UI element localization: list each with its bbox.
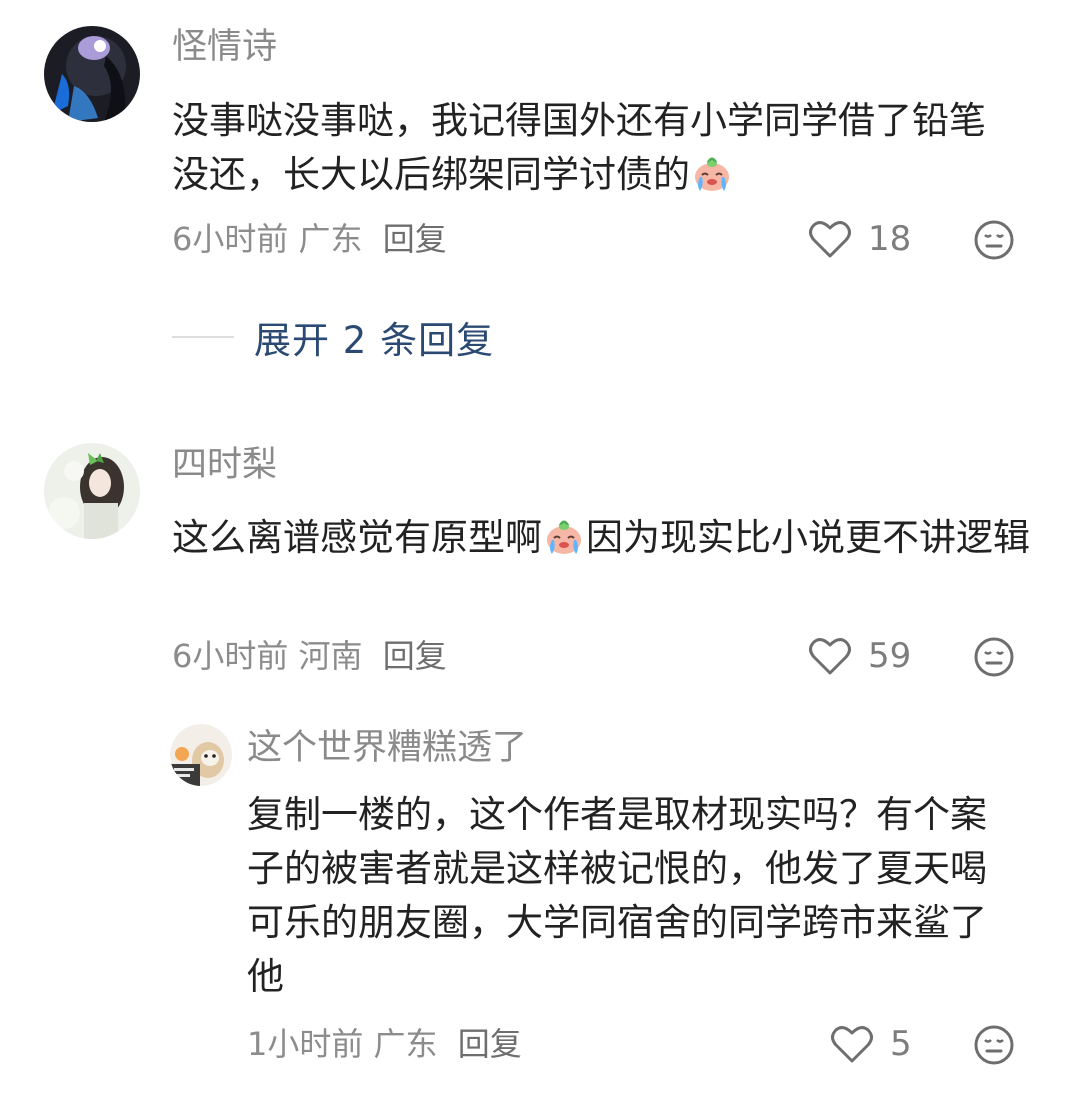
dislike-button[interactable] <box>973 219 1015 265</box>
dislike-button[interactable] <box>973 636 1015 682</box>
reply-time: 1小时前 <box>247 1025 364 1063</box>
comment-meta: 6小时前 河南 回复 <box>172 636 447 676</box>
reply-username[interactable]: 这个世界糟糕透了 <box>247 726 527 770</box>
comment-location: 河南 <box>298 637 363 675</box>
crying-face-emoji-icon <box>695 157 729 191</box>
comment-text-body-continued: 因为现实比小说更不讲逻辑 <box>586 516 1030 559</box>
expand-divider <box>172 336 234 338</box>
comment-text: 这么离谱感觉有原型啊 因为现实比小说更不讲逻辑 <box>172 511 1032 565</box>
comment-username[interactable]: 怪情诗 <box>172 25 277 69</box>
avatar[interactable] <box>170 724 232 786</box>
reply-button[interactable]: 回复 <box>383 220 447 258</box>
meh-face-icon <box>974 1025 1014 1065</box>
comment-time: 6小时前 <box>172 220 289 258</box>
reply-meta: 1小时前 广东 回复 <box>247 1024 522 1064</box>
comment-username[interactable]: 四时梨 <box>172 443 277 487</box>
comment-meta: 6小时前 广东 回复 <box>172 219 447 259</box>
like-count: 59 <box>868 636 912 676</box>
like-button[interactable]: 5 <box>830 1024 912 1064</box>
heart-icon <box>831 1026 873 1063</box>
meh-face-icon <box>974 637 1014 677</box>
expand-replies-button[interactable]: 展开 2 条回复 <box>172 310 494 364</box>
expand-replies-label: 展开 2 条回复 <box>254 319 495 362</box>
reply-button[interactable]: 回复 <box>383 637 447 675</box>
avatar[interactable] <box>44 443 140 539</box>
comment-time: 6小时前 <box>172 637 289 675</box>
heart-icon <box>809 221 851 258</box>
avatar[interactable] <box>44 26 140 122</box>
comment-text: 没事哒没事哒，我记得国外还有小学同学借了铅笔没还，长大以后绑架同学讨债的 <box>172 94 1022 202</box>
like-button[interactable]: 18 <box>808 219 911 259</box>
reply-location: 广东 <box>373 1025 438 1063</box>
comment-text-body: 这么离谱感觉有原型啊 <box>172 516 542 559</box>
like-count: 18 <box>868 219 912 259</box>
comment-text-body: 没事哒没事哒，我记得国外还有小学同学借了铅笔没还，长大以后绑架同学讨债的 <box>172 99 986 196</box>
dislike-button[interactable] <box>973 1024 1015 1070</box>
meh-face-icon <box>974 220 1014 260</box>
reply-text: 复制一楼的，这个作者是取材现实吗？有个案子的被害者就是这样被记恨的，他发了夏天喝… <box>247 793 987 998</box>
comment-location: 广东 <box>298 220 363 258</box>
reply-button[interactable]: 回复 <box>458 1025 522 1063</box>
like-button[interactable]: 59 <box>808 636 911 676</box>
heart-icon <box>809 638 851 675</box>
crying-face-emoji-icon <box>547 520 581 554</box>
like-count: 5 <box>890 1024 912 1064</box>
